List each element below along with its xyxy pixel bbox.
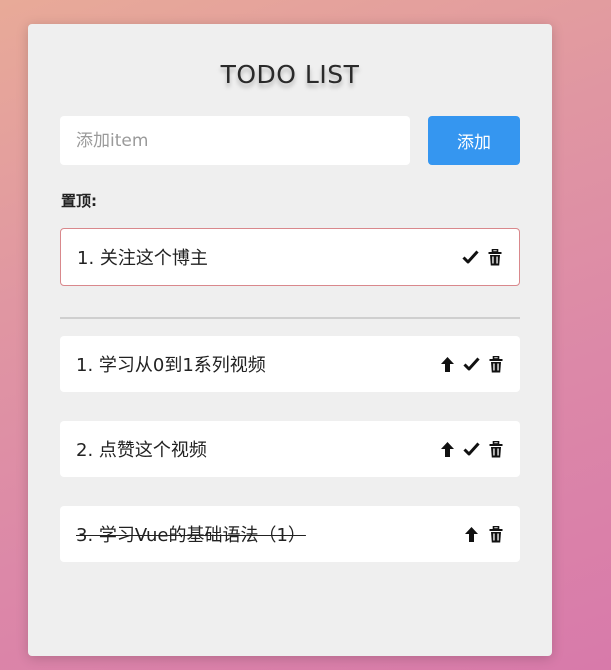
todo-item-completed: 3. 学习Vue的基础语法（1） bbox=[60, 506, 520, 562]
check-icon[interactable] bbox=[463, 355, 480, 373]
arrow-up-icon[interactable] bbox=[439, 355, 456, 373]
todo-item-text: 1. 学习从0到1系列视频 bbox=[76, 355, 266, 376]
pinned-item: 1. 关注这个博主 bbox=[60, 228, 520, 286]
todo-item: 2. 点赞这个视频 bbox=[60, 421, 520, 477]
trash-icon[interactable] bbox=[487, 440, 504, 458]
check-icon[interactable] bbox=[462, 248, 479, 266]
check-icon[interactable] bbox=[463, 440, 480, 458]
pinned-item-actions bbox=[462, 248, 503, 266]
pinned-section-label: 置顶: bbox=[61, 192, 97, 210]
todo-card: TODO LIST 添加 置顶: 1. 关注这个博主 1. 学习从0到1系列视频 bbox=[28, 24, 552, 656]
arrow-up-icon[interactable] bbox=[463, 525, 480, 543]
todo-item-text: 3. 学习Vue的基础语法（1） bbox=[76, 525, 306, 546]
todo-item-text: 2. 点赞这个视频 bbox=[76, 440, 207, 461]
todo-item: 1. 学习从0到1系列视频 bbox=[60, 336, 520, 392]
section-divider bbox=[60, 317, 520, 319]
todo-item-actions bbox=[463, 525, 504, 543]
todo-item-actions bbox=[439, 355, 504, 373]
trash-icon[interactable] bbox=[487, 525, 504, 543]
add-form: 添加 bbox=[60, 116, 520, 165]
add-button[interactable]: 添加 bbox=[428, 116, 520, 165]
todo-item-actions bbox=[439, 440, 504, 458]
add-item-input[interactable] bbox=[60, 116, 410, 165]
trash-icon[interactable] bbox=[486, 248, 503, 266]
page-title: TODO LIST bbox=[220, 60, 360, 89]
pinned-item-text: 1. 关注这个博主 bbox=[77, 248, 208, 269]
arrow-up-icon[interactable] bbox=[439, 440, 456, 458]
trash-icon[interactable] bbox=[487, 355, 504, 373]
